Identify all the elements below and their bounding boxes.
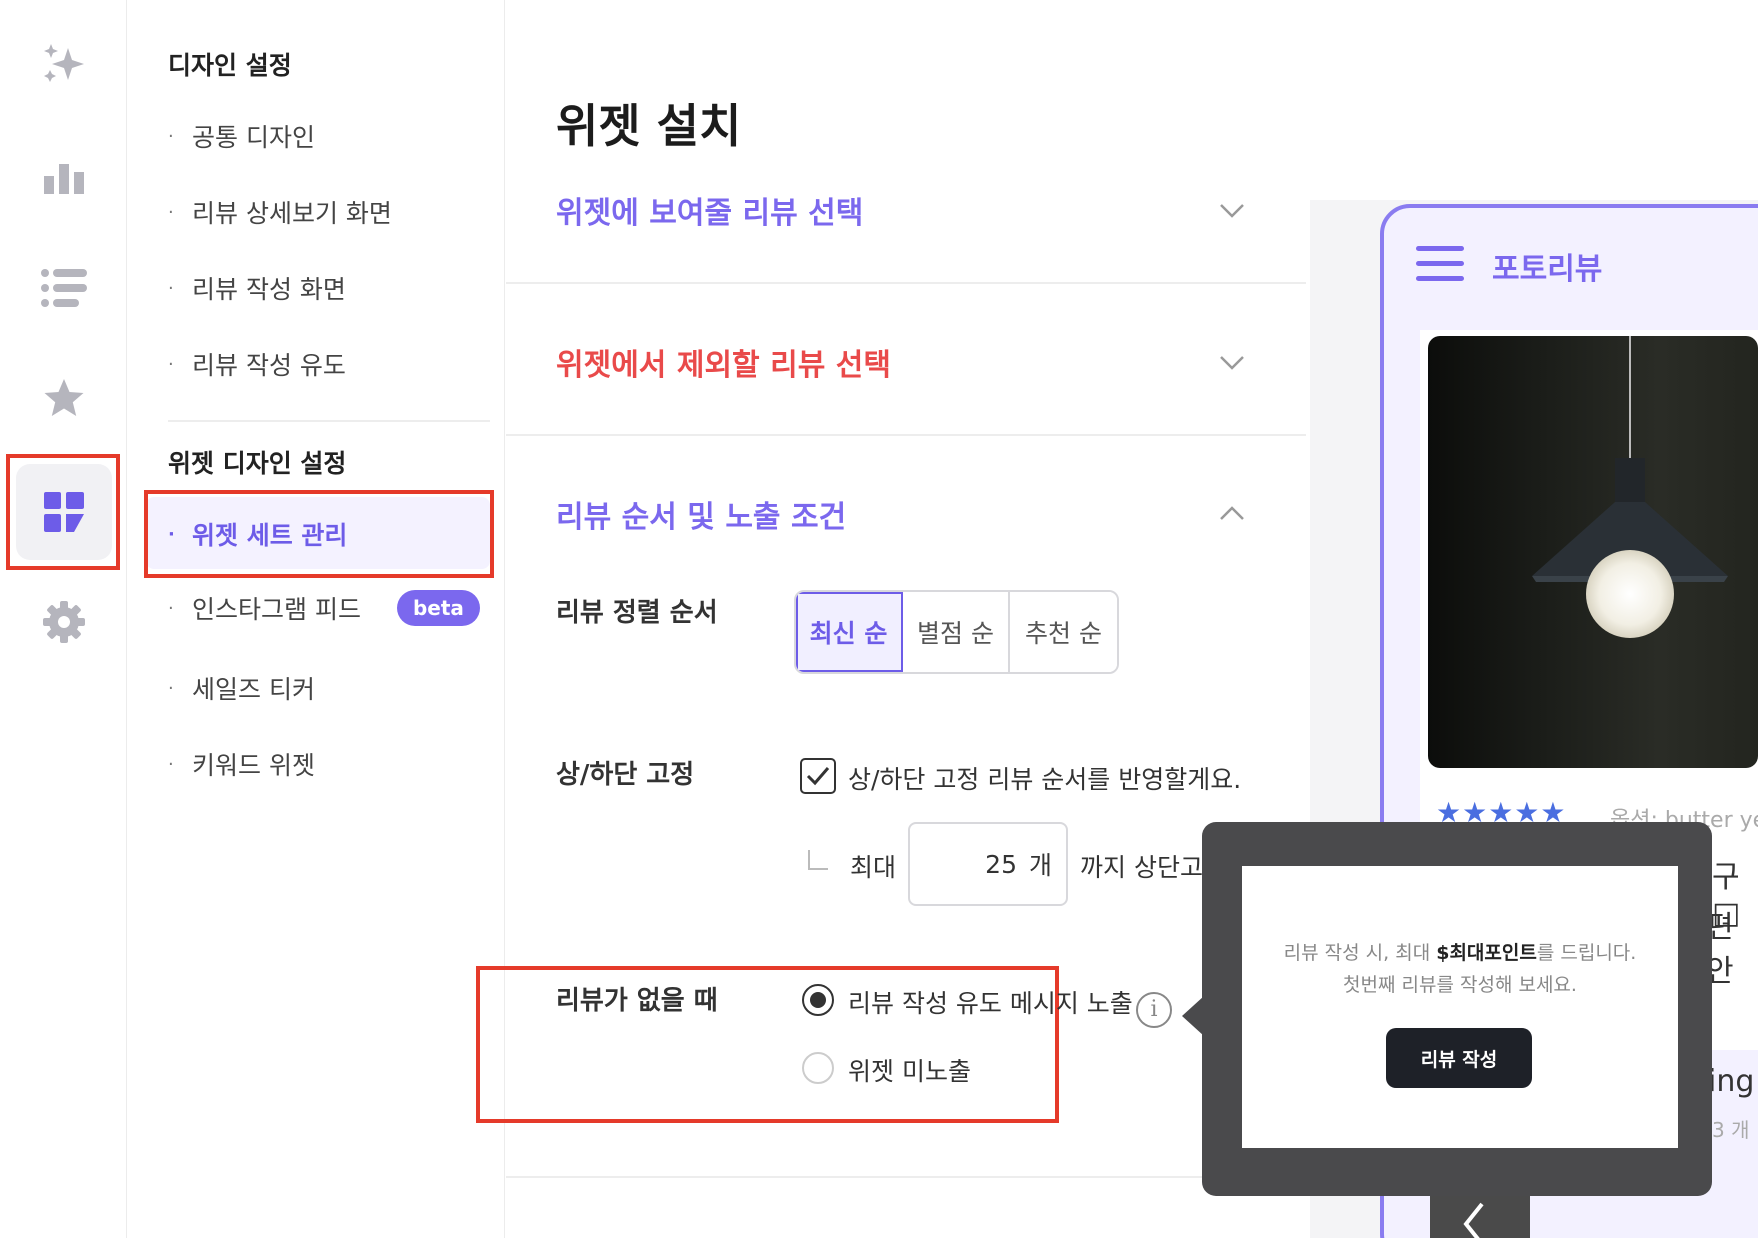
pin-checkbox[interactable] xyxy=(800,758,836,794)
accordion-title: 위젯에 보여줄 리뷰 선택 xyxy=(556,196,864,231)
max-count-field[interactable]: 개 xyxy=(908,822,1068,906)
accordion-title: 위젯에서 제외할 리뷰 선택 xyxy=(556,348,891,383)
chevron-left-icon xyxy=(1463,1202,1484,1238)
chevron-down-icon xyxy=(1220,356,1244,370)
submenu-item-label: 키워드 위젯 xyxy=(192,751,315,780)
submenu-item-keyword-widget[interactable]: · 키워드 위젯 xyxy=(168,746,315,782)
rail-ai-button[interactable] xyxy=(14,14,114,114)
gear-icon xyxy=(43,601,85,643)
radio-show-invite-label[interactable]: 리뷰 작성 유도 메시지 노출 xyxy=(848,984,1133,1020)
review-text-partial-3: ing xyxy=(1708,1064,1755,1099)
submenu-item-label: 공통 디자인 xyxy=(192,123,315,152)
chevron-up-icon[interactable] xyxy=(1218,500,1246,528)
rail-highlight-box xyxy=(6,454,120,570)
tooltip-line-1: 리뷰 작성 시, 최대 $최대포인트를 드립니다. xyxy=(1242,938,1678,965)
submenu-item-instagram-feed[interactable]: · 인스타그램 피드 beta xyxy=(168,590,480,626)
rail-settings-button[interactable] xyxy=(14,572,114,672)
max-prefix-label: 최대 xyxy=(850,853,897,882)
accordion-exclude-reviews[interactable]: 위젯에서 제외할 리뷰 선택 xyxy=(506,286,1306,436)
rail-stats-button[interactable] xyxy=(14,128,114,228)
submenu-item-review-invite[interactable]: · 리뷰 작성 유도 xyxy=(168,346,346,382)
review-text-partial-2: 편안 xyxy=(1706,910,1734,989)
sub-option-corner xyxy=(808,850,828,870)
check-icon xyxy=(806,767,830,786)
max-count-input[interactable] xyxy=(956,849,1017,879)
list-icon xyxy=(41,269,87,307)
hamburger-menu-icon xyxy=(1416,246,1464,284)
widget-settings-heading: 위젯 디자인 설정 xyxy=(168,449,347,478)
submenu-item-label: 세일즈 티커 xyxy=(192,675,315,704)
tooltip-line-2: 첫번째 리뷰를 작성해 보세요. xyxy=(1343,974,1577,996)
sort-recommend-button[interactable]: 추천 순 xyxy=(1010,592,1117,672)
submenu-item-label: 리뷰 작성 화면 xyxy=(192,275,346,304)
sort-rating-button[interactable]: 별점 순 xyxy=(903,592,1010,672)
star-icon xyxy=(44,379,84,416)
submenu-item-label: 리뷰 상세보기 화면 xyxy=(192,199,392,228)
submenu-divider xyxy=(168,420,490,422)
submenu-item-sales-ticker[interactable]: · 세일즈 티커 xyxy=(168,670,315,706)
submenu-item-common-design[interactable]: · 공통 디자인 xyxy=(168,118,315,154)
main-content: 위젯 설치 위젯에 보여줄 리뷰 선택 위젯에서 제외할 리뷰 선택 리뷰 순서… xyxy=(476,0,1306,1238)
accordion-show-reviews[interactable]: 위젯에 보여줄 리뷰 선택 xyxy=(506,170,1306,284)
submenu-item-label: 리뷰 작성 유도 xyxy=(192,351,346,380)
accordion-title[interactable]: 리뷰 순서 및 노출 조건 xyxy=(556,492,846,536)
submenu-item-review-detail[interactable]: · 리뷰 상세보기 화면 xyxy=(168,194,392,230)
info-icon[interactable]: i xyxy=(1136,992,1172,1028)
pendant-lamp-image xyxy=(1532,336,1728,638)
max-count-unit: 개 xyxy=(1028,851,1052,880)
noreview-label: 리뷰가 없을 때 xyxy=(556,986,718,1016)
tooltip-preview-card: 리뷰 작성 시, 최대 $최대포인트를 드립니다. 첫번째 리뷰를 작성해 보세… xyxy=(1242,866,1678,1148)
bar-chart-icon xyxy=(44,164,84,194)
sort-order-segmented: 최신 순 별점 순 추천 순 xyxy=(794,590,1119,674)
review-photo xyxy=(1428,336,1758,768)
tooltip-line-1-prefix: 리뷰 작성 시, 최대 xyxy=(1283,942,1437,964)
tooltip-points-placeholder: $최대포인트 xyxy=(1436,942,1537,964)
review-text-partial-4: 3 개 xyxy=(1712,1118,1750,1142)
sort-latest-button[interactable]: 최신 순 xyxy=(796,592,903,672)
radio-show-invite[interactable] xyxy=(802,984,834,1016)
sort-order-label: 리뷰 정렬 순서 xyxy=(556,598,718,628)
radio-hide-widget-label[interactable]: 위젯 미노출 xyxy=(848,1052,971,1088)
tooltip-line-1-suffix: 를 드립니다. xyxy=(1536,942,1637,964)
active-item-highlight-box xyxy=(144,490,494,578)
tooltip-arrow xyxy=(1182,996,1204,1036)
preview-prev-button[interactable] xyxy=(1430,1190,1530,1238)
pin-label: 상/하단 고정 xyxy=(556,760,695,790)
pin-checkbox-label: 상/하단 고정 리뷰 순서를 반영할게요. xyxy=(848,765,1242,794)
write-review-button[interactable]: 리뷰 작성 xyxy=(1386,1028,1532,1088)
submenu-item-review-write[interactable]: · 리뷰 작성 화면 xyxy=(168,270,346,306)
submenu-item-label: 인스타그램 피드 xyxy=(192,595,361,624)
beta-badge: beta xyxy=(396,590,480,626)
radio-hide-widget[interactable] xyxy=(802,1052,834,1084)
rail-reviews-button[interactable] xyxy=(14,238,114,338)
sparkles-icon xyxy=(44,44,84,82)
preview-brand: 포토리뷰 xyxy=(1492,252,1603,287)
chevron-down-icon xyxy=(1220,204,1244,218)
design-settings-heading: 디자인 설정 xyxy=(168,51,292,80)
rail-favorites-button[interactable] xyxy=(14,348,114,448)
design-submenu: 디자인 설정 · 공통 디자인 · 리뷰 상세보기 화면 · 리뷰 작성 화면 · 리뷰… xyxy=(128,0,505,1238)
icon-rail xyxy=(0,0,127,1238)
max-suffix-label: 까지 상단고 xyxy=(1080,853,1203,882)
page-title: 위젯 설치 xyxy=(556,99,742,153)
